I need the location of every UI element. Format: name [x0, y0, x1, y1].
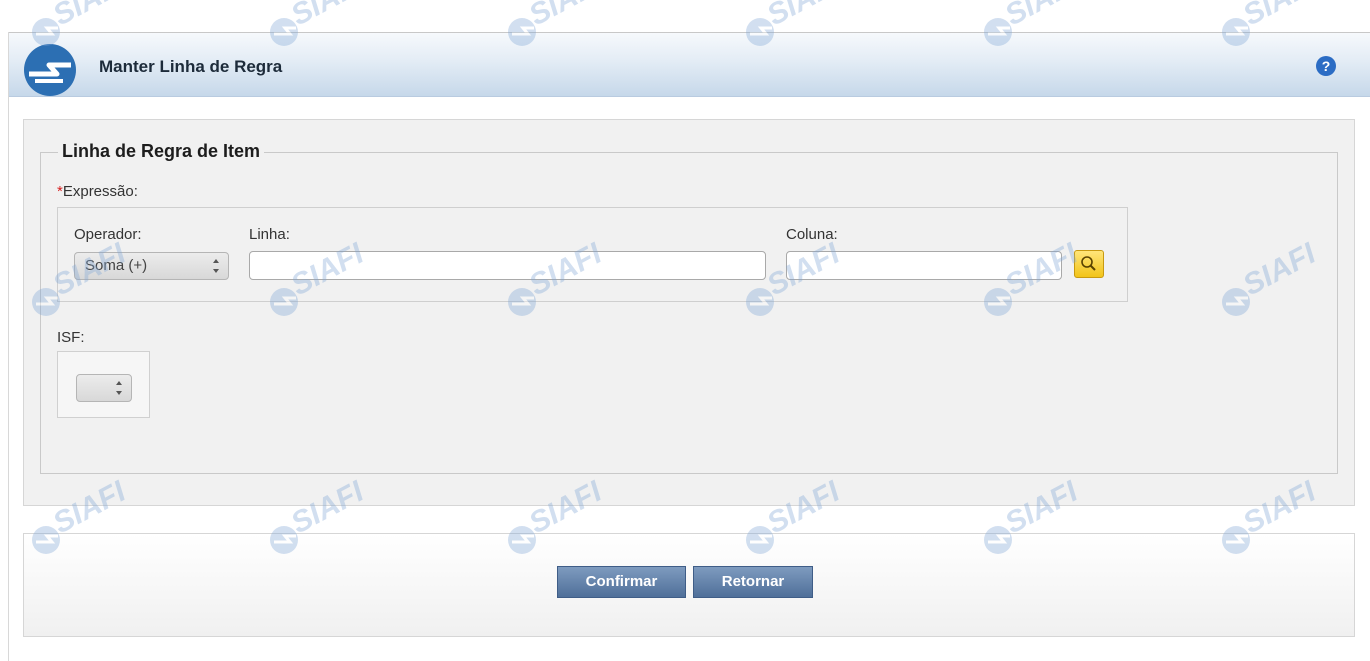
- updown-arrows-icon: [213, 259, 219, 273]
- svg-text:SIAFI: SIAFI: [762, 0, 846, 32]
- confirm-button[interactable]: Confirmar: [557, 566, 686, 598]
- svg-text:SIAFI: SIAFI: [1000, 0, 1084, 32]
- operator-label: Operador:: [74, 226, 142, 243]
- svg-text:SIAFI: SIAFI: [286, 0, 370, 32]
- page-title: Manter Linha de Regra: [99, 57, 283, 76]
- operator-select-value: Soma (+): [85, 257, 148, 274]
- svg-text:SIAFI: SIAFI: [524, 0, 608, 32]
- fieldset-legend: Linha de Regra de Item: [58, 141, 265, 162]
- line-label: Linha:: [249, 226, 290, 243]
- frame-left-border: [8, 32, 9, 661]
- isf-select[interactable]: [76, 374, 132, 402]
- return-button[interactable]: Retornar: [693, 566, 813, 598]
- isf-label: ISF:: [57, 329, 85, 346]
- column-input[interactable]: [786, 251, 1062, 280]
- expression-label: *Expressão:: [57, 183, 138, 200]
- rule-line-fieldset: [40, 152, 1338, 474]
- help-icon[interactable]: ?: [1316, 56, 1336, 76]
- line-input[interactable]: [249, 251, 766, 280]
- updown-arrows-icon: [116, 381, 122, 395]
- expression-label-text: Expressão:: [62, 183, 138, 200]
- svg-text:SIAFI: SIAFI: [48, 0, 132, 32]
- magnifier-icon: [1081, 256, 1096, 271]
- column-label: Coluna:: [786, 226, 838, 243]
- siafi-logo-icon: [24, 44, 76, 96]
- page-header: Manter Linha de Regra ?: [9, 33, 1370, 97]
- action-panel: [23, 533, 1355, 637]
- svg-text:SIAFI: SIAFI: [1238, 0, 1322, 32]
- column-search-button[interactable]: [1074, 250, 1104, 278]
- operator-select[interactable]: Soma (+): [74, 252, 229, 280]
